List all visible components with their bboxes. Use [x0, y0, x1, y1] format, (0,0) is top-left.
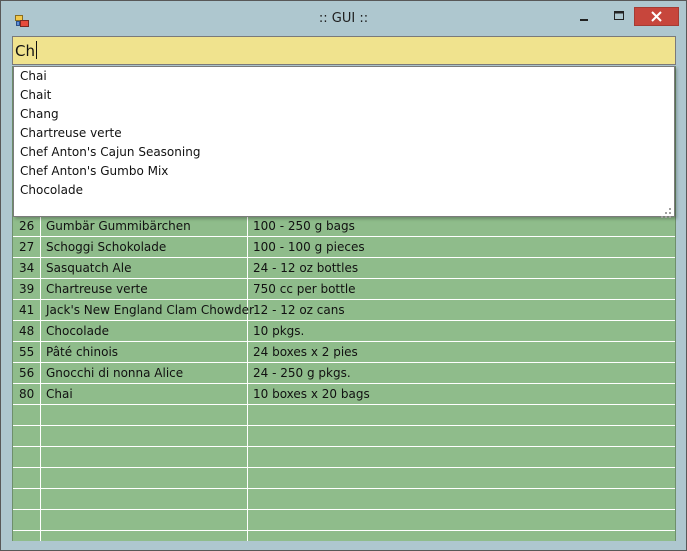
table-row[interactable]: 56 Gnocchi di nonna Alice 24 - 250 g pkg…	[13, 363, 675, 384]
autocomplete-item[interactable]: Chait	[20, 86, 51, 105]
search-input-value: Ch	[15, 42, 35, 60]
autocomplete-item[interactable]: Chang	[20, 105, 59, 124]
empty-row[interactable]	[13, 426, 675, 447]
empty-row[interactable]	[13, 510, 675, 531]
cell-id: 80	[19, 387, 35, 401]
empty-row[interactable]	[13, 405, 675, 426]
empty-row[interactable]	[13, 468, 675, 489]
text-caret	[35, 41, 37, 59]
maximize-icon	[614, 11, 624, 20]
autocomplete-item[interactable]: Chartreuse verte	[20, 124, 122, 143]
cell-id: 26	[19, 219, 35, 233]
table-row[interactable]: 48 Chocolade 10 pkgs.	[13, 321, 675, 342]
cell-id: 55	[19, 345, 35, 359]
close-button[interactable]	[634, 7, 679, 26]
empty-row[interactable]	[13, 447, 675, 468]
cell-id: 39	[19, 282, 35, 296]
cell-id: 41	[19, 303, 35, 317]
table-row[interactable]: 80 Chai 10 boxes x 20 bags	[13, 384, 675, 405]
resize-grip-icon[interactable]	[661, 203, 671, 218]
cell-name: Schoggi Schokolade	[46, 240, 167, 254]
close-icon	[651, 11, 662, 22]
cell-quantity: 100 - 100 g pieces	[253, 240, 365, 254]
autocomplete-item[interactable]: Chai	[20, 67, 47, 86]
cell-name: Jack's New England Clam Chowder	[46, 303, 254, 317]
autocomplete-item[interactable]: Chef Anton's Cajun Seasoning	[20, 143, 200, 162]
search-input[interactable]: Ch	[12, 36, 676, 65]
cell-name: Pâté chinois	[46, 345, 119, 359]
minimize-button[interactable]	[571, 8, 597, 25]
cell-quantity: 750 cc per bottle	[253, 282, 356, 296]
cell-quantity: 12 - 12 oz cans	[253, 303, 345, 317]
table-row[interactable]: 55 Pâté chinois 24 boxes x 2 pies	[13, 342, 675, 363]
cell-id: 34	[19, 261, 35, 275]
cell-quantity: 10 boxes x 20 bags	[253, 387, 370, 401]
maximize-button[interactable]	[606, 8, 632, 25]
cell-name: Gumbär Gummibärchen	[46, 219, 191, 233]
cell-name: Chai	[46, 387, 73, 401]
cell-name: Gnocchi di nonna Alice	[46, 366, 184, 380]
cell-quantity: 24 - 12 oz bottles	[253, 261, 359, 275]
app-window: :: GUI :: Ch 26 Gumbär Gummibärchen 100 …	[0, 0, 687, 551]
table-row[interactable]: 34 Sasquatch Ale 24 - 12 oz bottles	[13, 258, 675, 279]
cell-quantity: 24 boxes x 2 pies	[253, 345, 358, 359]
cell-id: 56	[19, 366, 35, 380]
table-row[interactable]: 41 Jack's New England Clam Chowder 12 - …	[13, 300, 675, 321]
cell-id: 27	[19, 240, 35, 254]
table-row[interactable]: 39 Chartreuse verte 750 cc per bottle	[13, 279, 675, 300]
autocomplete-dropdown[interactable]: Chai Chait Chang Chartreuse verte Chef A…	[13, 66, 675, 218]
cell-name: Chocolade	[46, 324, 109, 338]
cell-name: Chartreuse verte	[46, 282, 148, 296]
minimize-icon	[580, 19, 588, 21]
table-row[interactable]: 27 Schoggi Schokolade 100 - 100 g pieces	[13, 237, 675, 258]
table-row[interactable]: 26 Gumbär Gummibärchen 100 - 250 g bags	[13, 216, 675, 237]
cell-id: 48	[19, 324, 35, 338]
empty-row[interactable]	[13, 489, 675, 510]
cell-quantity: 100 - 250 g bags	[253, 219, 355, 233]
autocomplete-item[interactable]: Chocolade	[20, 181, 83, 200]
cell-name: Sasquatch Ale	[46, 261, 132, 275]
title-bar[interactable]: :: GUI ::	[1, 1, 686, 34]
autocomplete-item[interactable]: Chef Anton's Gumbo Mix	[20, 162, 168, 181]
cell-quantity: 10 pkgs.	[253, 324, 305, 338]
cell-quantity: 24 - 250 g pkgs.	[253, 366, 351, 380]
